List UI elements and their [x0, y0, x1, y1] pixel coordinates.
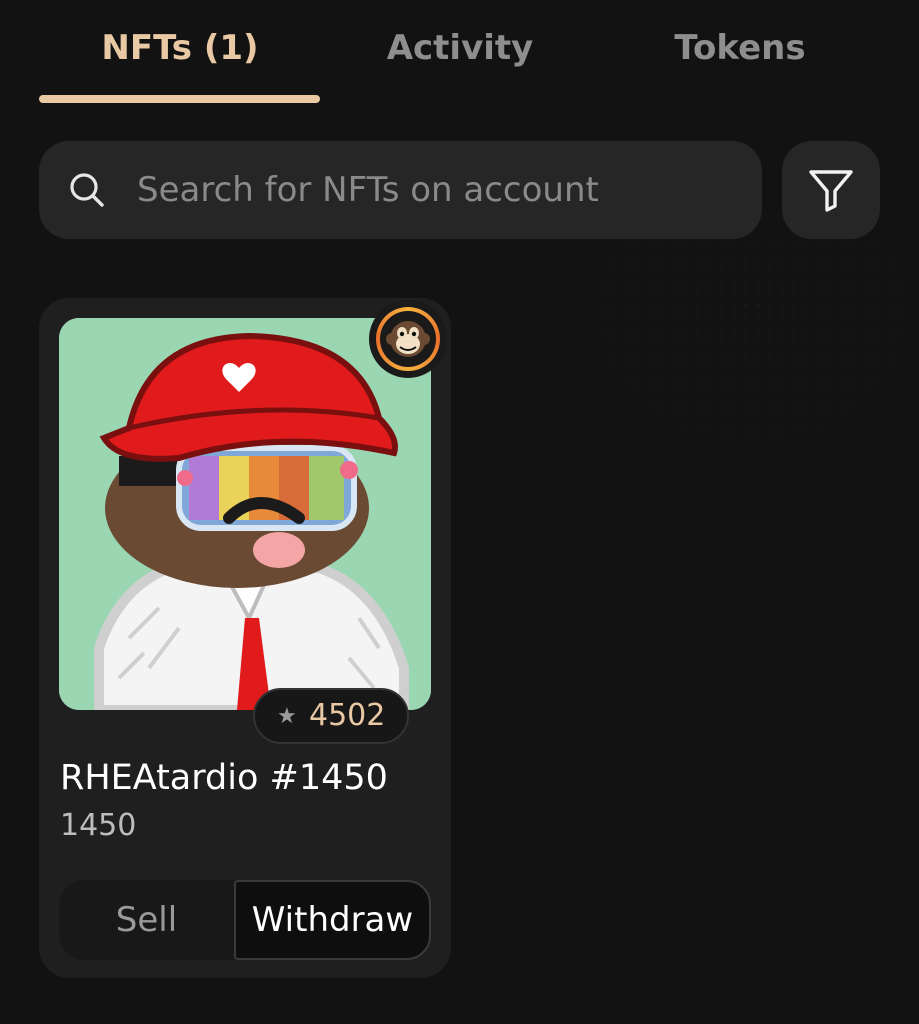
active-tab-indicator	[39, 95, 320, 103]
nft-token-id: 1450	[60, 808, 137, 843]
collection-badge[interactable]	[369, 300, 447, 378]
tab-activity[interactable]: Activity	[320, 22, 600, 74]
tab-nfts[interactable]: NFTs (1)	[40, 22, 320, 74]
star-icon: ★	[277, 704, 297, 729]
nft-name: RHEAtardio #1450	[60, 758, 388, 798]
filter-icon	[809, 170, 853, 212]
sell-button[interactable]: Sell	[59, 880, 234, 960]
search-input[interactable]	[137, 141, 737, 239]
tab-tokens[interactable]: Tokens	[600, 22, 880, 74]
search-bar[interactable]	[39, 141, 762, 239]
search-icon	[67, 170, 107, 210]
monkey-avatar-icon	[386, 321, 430, 357]
nft-actions: Sell Withdraw	[59, 880, 431, 960]
rarity-rank-badge: ★ 4502	[253, 688, 409, 744]
filter-button[interactable]	[782, 141, 880, 239]
withdraw-button[interactable]: Withdraw	[234, 880, 431, 960]
nft-image[interactable]	[59, 318, 431, 710]
nft-card[interactable]: ★ 4502 RHEAtardio #1450 1450 Sell Withdr…	[39, 298, 451, 978]
rank-value: 4502	[309, 698, 386, 733]
background-dot-pattern	[440, 240, 919, 580]
